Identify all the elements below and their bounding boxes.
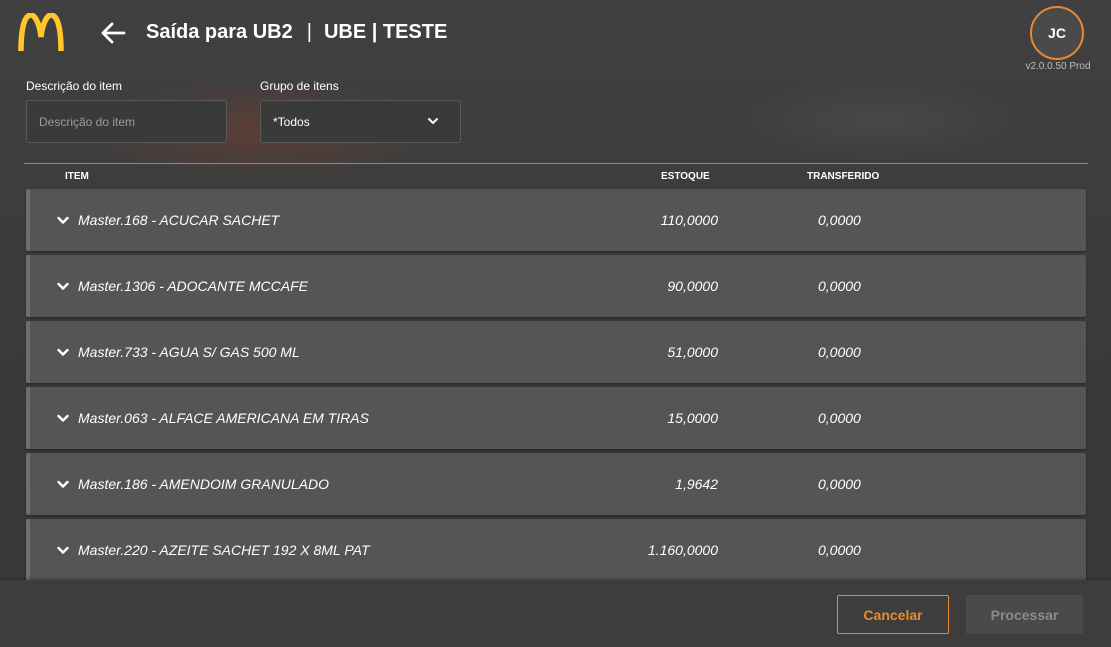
back-button[interactable] [98, 19, 128, 47]
item-stock: 90,0000 [667, 278, 718, 294]
expand-chevron-icon[interactable] [56, 477, 70, 496]
item-row[interactable]: Master.168 - ACUCAR SACHET 110,0000 0,00… [26, 189, 1086, 251]
expand-chevron-icon[interactable] [56, 279, 70, 298]
item-name: Master.186 - AMENDOIM GRANULADO [78, 476, 330, 492]
arrow-left-icon [101, 22, 126, 44]
process-button[interactable]: Processar [966, 595, 1083, 634]
item-transferred: 0,0000 [818, 476, 861, 492]
group-select[interactable]: *Todos [260, 100, 461, 143]
item-name: Master.168 - ACUCAR SACHET [78, 212, 280, 228]
item-row[interactable]: Master.186 - AMENDOIM GRANULADO 1,9642 0… [26, 453, 1086, 515]
expand-chevron-icon[interactable] [56, 213, 70, 232]
item-name: Master.733 - AGUA S/ GAS 500 ML [78, 344, 300, 360]
user-avatar[interactable]: JC [1030, 6, 1084, 60]
item-stock: 110,0000 [660, 212, 718, 228]
page-title: Saída para UB2 | UBE | TESTE [146, 21, 447, 44]
store-name: UBE | TESTE [323, 21, 448, 43]
expand-chevron-icon[interactable] [56, 543, 70, 562]
item-transferred: 0,0000 [818, 344, 861, 360]
item-row[interactable]: Master.1306 - ADOCANTE MCCAFE 90,0000 0,… [26, 255, 1086, 317]
item-stock: 1,9642 [675, 476, 718, 492]
app-version: v2.0.0.50 Prod [1025, 61, 1091, 72]
item-row[interactable]: Master.063 - ALFACE AMERICANA EM TIRAS 1… [26, 387, 1086, 449]
cancel-button[interactable]: Cancelar [837, 595, 949, 634]
description-input[interactable] [26, 100, 227, 143]
item-name: Master.220 - AZEITE SACHET 192 X 8ML PAT [78, 542, 370, 558]
item-transferred: 0,0000 [818, 410, 861, 426]
expand-chevron-icon[interactable] [56, 411, 70, 430]
expand-chevron-icon[interactable] [56, 345, 70, 364]
action-footer: Cancelar Processar [0, 580, 1111, 647]
item-transferred: 0,0000 [818, 278, 861, 294]
chevron-down-icon [426, 114, 440, 131]
item-row[interactable]: Master.733 - AGUA S/ GAS 500 ML 51,0000 … [26, 321, 1086, 383]
app-header: Saída para UB2 | UBE | TESTE JC v2.0.0.50 … [0, 0, 1111, 72]
item-row[interactable]: Master.220 - AZEITE SACHET 192 X 8ML PAT… [26, 519, 1086, 581]
item-stock: 15,0000 [667, 410, 718, 426]
group-selected-value: *Todos [273, 114, 310, 129]
description-label: Descrição do item [26, 79, 123, 93]
column-header-stock: ESTOQUE [661, 171, 710, 182]
group-label: Grupo de itens [260, 79, 339, 93]
page-title-text: Saída para UB2 [146, 21, 293, 43]
items-list: Master.168 - ACUCAR SACHET 110,0000 0,00… [26, 189, 1086, 585]
item-stock: 1.160,0000 [647, 542, 718, 558]
item-name: Master.063 - ALFACE AMERICANA EM TIRAS [78, 410, 369, 426]
item-stock: 51,0000 [667, 344, 718, 360]
item-transferred: 0,0000 [818, 212, 861, 228]
item-name: Master.1306 - ADOCANTE MCCAFE [78, 278, 309, 294]
column-header-item: ITEM [65, 171, 89, 182]
item-transferred: 0,0000 [818, 542, 861, 558]
title-separator: | [306, 21, 312, 43]
column-header-transferred: TRANSFERIDO [807, 171, 880, 182]
mcdonalds-logo [18, 12, 64, 53]
table-divider [24, 163, 1088, 164]
